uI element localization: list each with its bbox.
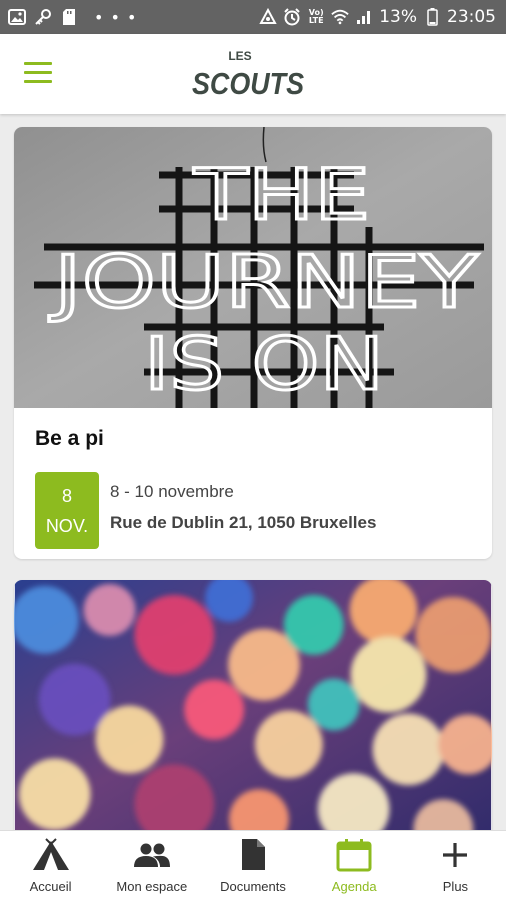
hamburger-menu-icon[interactable] <box>24 62 52 84</box>
neon-text-line: THE <box>193 154 370 236</box>
event-image-neon-sign: THE JOURNEY IS ON <box>14 127 492 408</box>
key-icon <box>34 8 52 26</box>
more-dots-icon: • • • <box>94 7 138 27</box>
nav-label: Documents <box>220 879 286 894</box>
signal-icon <box>355 8 373 26</box>
app-screen: • • • Vo) LTE 13% 23:05 LES SCOUTS THE J… <box>0 0 506 900</box>
app-header: LES SCOUTS <box>0 34 506 114</box>
nav-label: Agenda <box>331 879 377 894</box>
nav-label: Plus <box>442 879 469 894</box>
recycle-icon <box>259 8 277 26</box>
volte-icon: Vo) LTE <box>308 8 324 25</box>
nav-label: Mon espace <box>116 879 188 894</box>
neon-text-line: IS ON <box>144 322 384 406</box>
nav-item-mon-espace[interactable]: Mon espace <box>101 831 202 900</box>
svg-text:SCOUTS: SCOUTS <box>192 66 304 101</box>
plus-icon <box>435 837 475 873</box>
nav-item-accueil[interactable]: Accueil <box>0 831 101 900</box>
wifi-icon <box>331 8 349 26</box>
battery-icon <box>423 8 441 26</box>
scouts-logo: LES SCOUTS <box>192 49 304 101</box>
sd-card-icon <box>60 8 78 26</box>
status-bar: • • • Vo) LTE 13% 23:05 <box>0 0 506 34</box>
alarm-icon <box>283 8 301 26</box>
nav-label: Accueil <box>29 879 72 894</box>
badge-day: 8 <box>61 485 72 506</box>
nav-item-agenda[interactable]: Agenda <box>304 831 405 900</box>
event-card[interactable] <box>14 580 492 860</box>
document-icon <box>233 837 273 873</box>
event-image-bokeh <box>14 580 492 860</box>
status-left-icons: • • • <box>8 8 137 27</box>
image-icon <box>8 8 26 26</box>
event-title[interactable]: Be a pi <box>35 427 104 451</box>
battery-percent: 13% <box>379 7 417 27</box>
bottom-navigation: Accueil Mon espace Documents Agenda Plus <box>0 830 506 900</box>
event-dates: 8 - 10 novembre <box>110 482 234 501</box>
group-icon <box>132 837 172 873</box>
event-date-badge: 8 NOV. <box>35 472 99 549</box>
neon-text-line: JOURNEY <box>49 240 480 324</box>
tent-icon <box>31 837 71 873</box>
nav-item-plus[interactable]: Plus <box>405 831 506 900</box>
badge-month: NOV. <box>45 515 89 536</box>
svg-text:LES: LES <box>228 49 251 63</box>
calendar-icon <box>334 837 374 873</box>
status-right-icons: Vo) LTE 13% 23:05 <box>259 7 496 27</box>
event-card[interactable]: THE JOURNEY IS ON Be a pi 8 NOV. 8 - 10 … <box>14 127 492 559</box>
nav-item-documents[interactable]: Documents <box>202 831 303 900</box>
clock: 23:05 <box>447 7 496 27</box>
event-location: Rue de Dublin 21, 1050 Bruxelles <box>110 513 377 532</box>
